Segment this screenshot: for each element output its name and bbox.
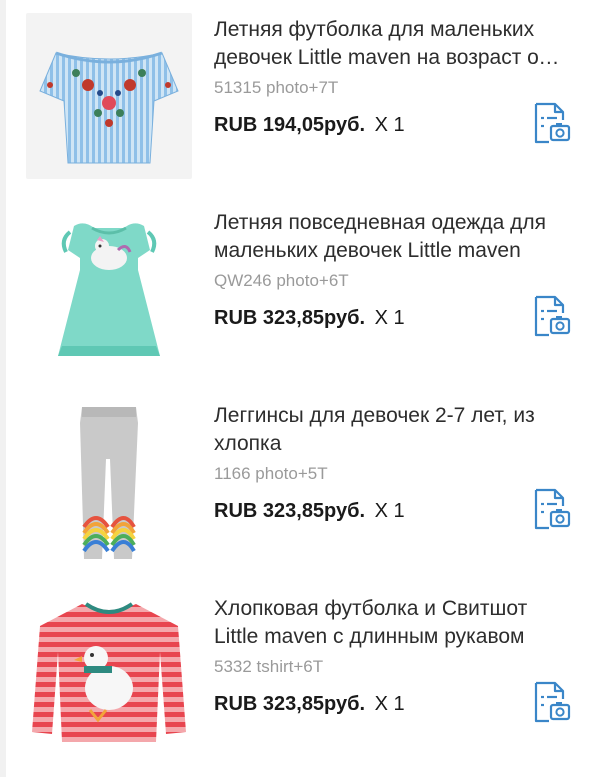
product-quantity: X 1 xyxy=(374,307,405,329)
product-price: RUB 323,85руб. xyxy=(214,693,366,715)
price-line: RUB 323,85руб. X 1 xyxy=(214,500,405,523)
product-title[interactable]: Хлопковая футболка и Свитшот Little mave… xyxy=(214,595,564,651)
product-variant: 51315 photo+7T xyxy=(214,78,339,97)
list-item[interactable]: Хлопковая футболка и Свитшот Little mave… xyxy=(0,579,600,772)
document-camera-icon[interactable] xyxy=(527,100,573,146)
product-quantity: X 1 xyxy=(374,693,405,715)
product-title[interactable]: Летняя футболка для маленьких девочек Li… xyxy=(214,16,564,72)
product-title[interactable]: Летняя повседневная одежда для маленьких… xyxy=(214,209,564,265)
document-camera-icon[interactable] xyxy=(527,486,573,532)
list-item[interactable]: Леггинсы для девочек 2-7 лет, из хлопка … xyxy=(0,386,600,579)
product-quantity: X 1 xyxy=(374,500,405,522)
price-line: RUB 194,05руб. X 1 xyxy=(214,114,405,137)
product-price: RUB 194,05руб. xyxy=(214,114,366,136)
product-variant: QW246 photo+6T xyxy=(214,271,349,290)
list-item[interactable]: Летняя повседневная одежда для маленьких… xyxy=(0,193,600,386)
product-image-dress[interactable] xyxy=(26,206,192,372)
document-camera-icon[interactable] xyxy=(527,679,573,725)
price-line: RUB 323,85руб. X 1 xyxy=(214,307,405,330)
product-variant: 5332 tshirt+6T xyxy=(214,657,324,676)
document-camera-icon[interactable] xyxy=(527,293,573,339)
order-items-list: Летняя футболка для маленьких девочек Li… xyxy=(0,0,600,777)
product-quantity: X 1 xyxy=(374,114,405,136)
product-variant: 1166 photo+5T xyxy=(214,464,328,483)
list-item[interactable]: Летняя футболка для маленьких девочек Li… xyxy=(0,0,600,193)
price-line: RUB 323,85руб. X 1 xyxy=(214,693,405,716)
product-title[interactable]: Леггинсы для девочек 2-7 лет, из хлопка xyxy=(214,402,564,458)
product-image-leggings[interactable] xyxy=(26,399,192,565)
product-price: RUB 323,85руб. xyxy=(214,500,366,522)
product-image-longsleeve[interactable] xyxy=(26,592,192,758)
product-image-top[interactable] xyxy=(26,13,192,179)
product-price: RUB 323,85руб. xyxy=(214,307,366,329)
